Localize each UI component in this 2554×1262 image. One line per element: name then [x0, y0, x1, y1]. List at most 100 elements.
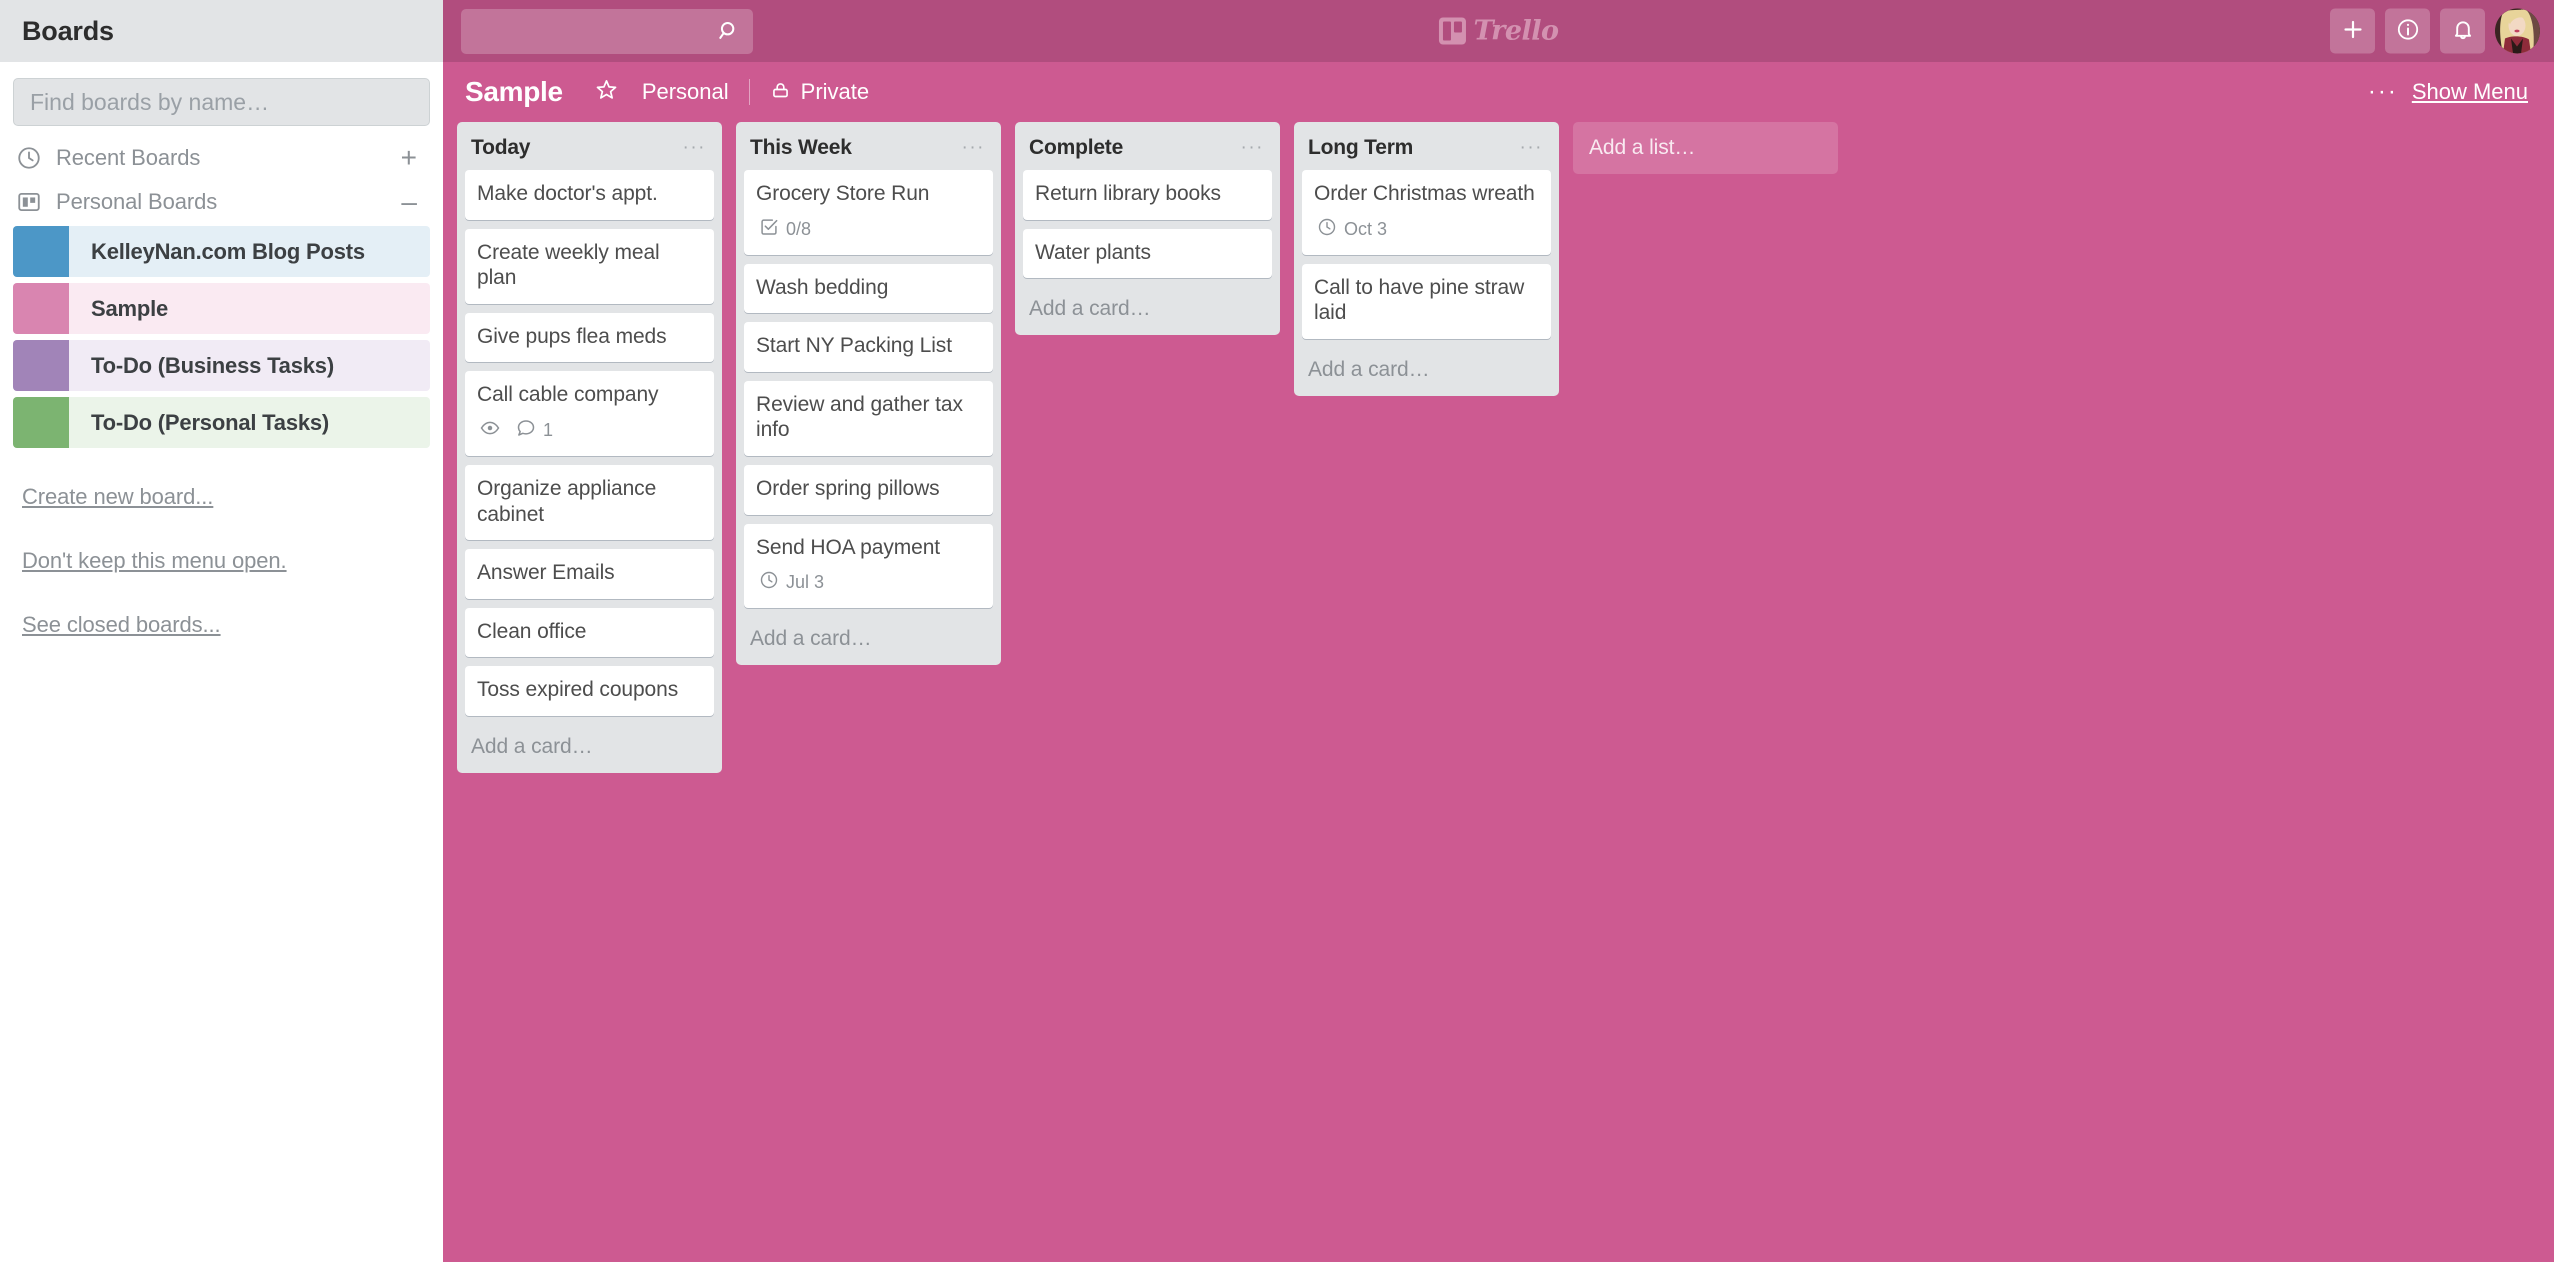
- sidebar-board-list: KelleyNan.com Blog Posts Sample To-Do (Bus…: [0, 224, 443, 454]
- list-menu-button[interactable]: ···: [681, 138, 708, 157]
- board-card[interactable]: Call to have pine straw laid: [1302, 263, 1551, 339]
- card-badges: 0/8: [756, 217, 981, 242]
- board-list: This Week ··· Grocery Store Run 0/8 Wash bed…: [736, 122, 1001, 666]
- board-list: Complete ··· Return library books Water pla…: [1015, 122, 1280, 336]
- global-search[interactable]: [461, 8, 753, 54]
- board-list: Today ··· Make doctor's appt. Create weekly…: [457, 122, 722, 774]
- find-boards-input[interactable]: [13, 78, 430, 126]
- card-title: Give pups flea meds: [477, 324, 667, 348]
- star-button[interactable]: [583, 72, 630, 113]
- board-title: Sample: [465, 76, 563, 107]
- comment-icon: [516, 418, 536, 443]
- board-item-label: KelleyNan.com Blog Posts: [91, 238, 365, 264]
- card-title: Answer Emails: [477, 561, 615, 585]
- board-card[interactable]: Review and gather tax info: [744, 380, 993, 457]
- card-badge-text: 0/8: [786, 218, 812, 239]
- notifications-button[interactable]: [2440, 8, 2485, 54]
- sidebar-sections: Recent Boards + Personal Boards –: [0, 136, 443, 224]
- info-button[interactable]: [2385, 8, 2430, 54]
- card-title: Review and gather tax info: [756, 392, 963, 442]
- card-title: Toss expired coupons: [477, 678, 679, 702]
- sidebar-board-item[interactable]: To-Do (Business Tasks): [13, 340, 430, 391]
- add-button[interactable]: [2330, 8, 2375, 54]
- board-card[interactable]: Call cable company 1: [465, 371, 714, 457]
- trello-app: Boards Recent Boards + Personal Boards – Kel…: [0, 0, 2554, 1262]
- card-title: Make doctor's appt.: [477, 182, 658, 205]
- board-card[interactable]: Grocery Store Run 0/8: [744, 170, 993, 255]
- plus-icon: [2341, 18, 2365, 45]
- list-menu-button[interactable]: ···: [1518, 138, 1545, 157]
- card-title: Start NY Packing List: [756, 334, 952, 358]
- board-card[interactable]: Wash bedding: [744, 263, 993, 314]
- card-badges: Oct 3: [1314, 217, 1539, 242]
- sidebar-section-recent-boards[interactable]: Recent Boards +: [0, 136, 443, 180]
- card-badge-due: Jul 3: [759, 570, 824, 595]
- sidebar-section-label: Recent Boards: [56, 145, 201, 170]
- trello-logo[interactable]: Trello: [1438, 16, 1559, 47]
- star-icon: [595, 78, 618, 107]
- board-canvas: Today ··· Make doctor's appt. Create weekly…: [443, 122, 2554, 1262]
- add-card-button[interactable]: Add a card…: [1294, 348, 1559, 390]
- info-icon: [2396, 18, 2420, 45]
- card-badge-watch: [480, 418, 500, 443]
- card-title: Send HOA payment: [756, 535, 941, 559]
- card-title: Water plants: [1035, 240, 1151, 264]
- divider: [748, 79, 750, 105]
- sidebar-header: Boards: [0, 0, 443, 62]
- sidebar-section-action[interactable]: +: [401, 144, 421, 172]
- card-title: Order spring pillows: [756, 477, 940, 501]
- card-container: Make doctor's appt. Create weekly meal pl…: [457, 170, 722, 725]
- sidebar-link-create-board[interactable]: Create new board...: [22, 484, 421, 510]
- sidebar-search-wrapper: [0, 62, 443, 136]
- sidebar-board-item[interactable]: Sample: [13, 283, 430, 334]
- add-list-button[interactable]: Add a list…: [1573, 122, 1838, 174]
- sidebar-link-dont-keep-menu-open[interactable]: Don't keep this menu open.: [22, 548, 421, 574]
- card-badge-due: Oct 3: [1317, 217, 1387, 242]
- board-card[interactable]: Toss expired coupons: [465, 666, 714, 717]
- list-title[interactable]: Complete: [1029, 136, 1239, 160]
- board-card[interactable]: Clean office: [465, 607, 714, 658]
- list-header: This Week ···: [736, 122, 1001, 170]
- card-title: Clean office: [477, 619, 587, 643]
- board-card[interactable]: Return library books: [1023, 170, 1272, 220]
- show-menu-button[interactable]: Show Menu: [2412, 79, 2528, 105]
- list-title[interactable]: Long Term: [1308, 136, 1518, 160]
- board-item-label: Sample: [91, 295, 169, 321]
- add-card-button[interactable]: Add a card…: [457, 725, 722, 767]
- list-menu-button[interactable]: ···: [1239, 138, 1266, 157]
- sidebar-board-item[interactable]: To-Do (Personal Tasks): [13, 397, 430, 448]
- board-color-swatch: [13, 283, 69, 334]
- board-card[interactable]: Order Christmas wreath Oct 3: [1302, 170, 1551, 255]
- board-card[interactable]: Answer Emails: [465, 549, 714, 599]
- board-card[interactable]: Make doctor's appt.: [465, 170, 714, 220]
- search-input[interactable]: [461, 8, 753, 54]
- bell-icon: [2451, 18, 2475, 45]
- board-menu-dots[interactable]: ···: [2368, 80, 2398, 104]
- sidebar-section-personal-boards[interactable]: Personal Boards –: [0, 180, 443, 224]
- avatar[interactable]: [2495, 8, 2540, 54]
- board-card[interactable]: Send HOA payment Jul 3: [744, 523, 993, 609]
- list-title[interactable]: Today: [471, 136, 681, 160]
- board-card[interactable]: Start NY Packing List: [744, 322, 993, 372]
- add-card-button[interactable]: Add a card…: [1015, 287, 1280, 329]
- sidebar-board-item[interactable]: KelleyNan.com Blog Posts: [13, 226, 430, 277]
- board-card[interactable]: Give pups flea meds: [465, 312, 714, 363]
- card-title: Order Christmas wreath: [1314, 182, 1535, 205]
- team-name[interactable]: Personal: [630, 73, 741, 111]
- board-card[interactable]: Organize appliance cabinet: [465, 465, 714, 541]
- board-header-right: ··· Show Menu: [2368, 79, 2528, 105]
- sidebar-link-see-closed-boards[interactable]: See closed boards...: [22, 612, 421, 638]
- card-title: Wash bedding: [756, 275, 889, 299]
- list-menu-button[interactable]: ···: [960, 138, 987, 157]
- board-color-swatch: [13, 397, 69, 448]
- board-card[interactable]: Water plants: [1023, 228, 1272, 279]
- card-badges: 1: [477, 418, 702, 443]
- board-card[interactable]: Create weekly meal plan: [465, 228, 714, 304]
- sidebar-title: Boards: [22, 15, 114, 46]
- visibility-button[interactable]: Private: [758, 73, 881, 112]
- add-card-button[interactable]: Add a card…: [736, 617, 1001, 659]
- card-badge-text: Jul 3: [786, 572, 825, 593]
- board-card[interactable]: Order spring pillows: [744, 465, 993, 515]
- sidebar-section-action[interactable]: –: [401, 188, 421, 216]
- list-title[interactable]: This Week: [750, 136, 960, 160]
